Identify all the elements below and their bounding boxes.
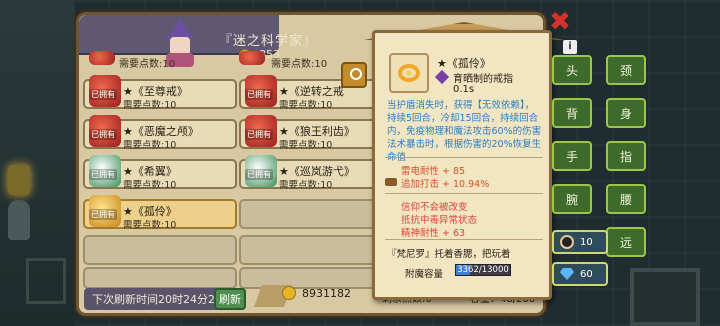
shop-title: 『迷之科学家』 [219,34,318,49]
equip-slot-finger[interactable]: 指 [606,141,646,171]
lamp-decor [8,165,30,195]
owned-tag: 已拥有 [245,169,273,180]
gem-resource[interactable]: 60 [552,262,608,286]
stat-line: 雷电耐性 + 85 [401,166,466,177]
item-cost: 需要点数:10 [119,59,176,70]
item-cost: 需要点数:10 [279,140,333,151]
shop-item-slot[interactable]: 已拥有 ★《狼王利齿》 需要点数:10 [239,115,393,151]
empty-slot[interactable] [83,235,237,265]
owned-tag: 已拥有 [89,169,117,180]
enchant-capacity-bar: 3362/13000 [455,264,511,276]
equip-slot-wrist[interactable]: 腕 [552,184,592,214]
divider [385,193,543,194]
owned-tag: 已拥有 [89,209,117,220]
info-icon[interactable]: i [563,40,577,54]
character-icon [560,235,574,249]
item-cost: 需要点数:10 [123,100,177,111]
detail-flavor-text: 『梵尼罗』托着香腮，把玩着 [387,249,511,260]
character-resource[interactable]: 10 [552,230,608,254]
detail-description: 当护盾消失时，获得【无效依赖】，持续5回合，冷却15回合，持续回合内，免疫物理和… [387,100,542,163]
enchant-capacity-label: 附魔容量 [405,269,444,280]
item-cost: 需要点数:10 [279,100,333,111]
enchant-capacity-text: 3362/13000 [457,265,509,275]
stat-line: 追加打击 + 10.94% [401,179,490,190]
item-cost: 需要点数:10 [123,180,177,191]
item-icon [239,51,265,65]
item-cost: 需要点数:10 [123,140,177,151]
hammer-icon [385,178,397,186]
gem-count: 60 [580,268,593,280]
detail-item-name: ★《孤伶》 [437,57,491,70]
shop-item-slot[interactable]: 已拥有 ★《恶魔之颅》 需要点数:10 [83,115,237,151]
divider [385,157,543,158]
equip-slot-ranged[interactable]: 远 [606,227,646,257]
equip-slot-hand[interactable]: 手 [552,141,592,171]
stat-line: 信仰不会被改变 [401,202,468,213]
character-count: 10 [580,236,593,248]
shop-item-slot[interactable]: 已拥有 ★《巡岚游弋》 需要点数:10 [239,155,393,191]
shop-item-slot[interactable]: 已拥有 ★《逆转之戒 需要点数:10 [239,75,393,111]
chair-decor [26,258,66,304]
equip-slot-body[interactable]: 身 [606,98,646,128]
equip-slot-neck[interactable]: 颈 [606,55,646,85]
door-decor [630,268,700,326]
stat-line: 抵抗中毒异常状态 [401,215,478,226]
empty-slot[interactable] [239,199,393,229]
owned-tag: 已拥有 [245,89,273,100]
detail-cast-time: 0.1s [453,84,475,95]
money-value: 8931182 [302,286,351,300]
item-cost: 需要点数:10 [271,59,328,70]
shop-item-slot-selected[interactable]: 已拥有 ★《孤伶》 需要点数:10 [83,195,237,231]
money-display: 8931182 [282,286,351,300]
equip-slot-waist[interactable]: 腰 [606,184,646,214]
equip-slot-back[interactable]: 背 [552,98,592,128]
divider [385,239,543,240]
detail-item-type: 育晒制的戒指 [453,74,513,85]
vase-decor [8,200,30,240]
ring-icon [389,53,429,93]
room-decor-left [0,0,75,326]
stat-line: 精神耐性 + 63 [401,228,466,239]
shop-item-slot[interactable]: 已拥有 ★《希翼》 需要点数:10 [83,155,237,191]
owned-tag: 已拥有 [245,129,273,140]
shop-item-slot[interactable]: 已拥有 ★《至尊戒》 需要点数:10 [83,75,237,111]
empty-slot[interactable] [83,267,237,289]
gem-type-icon [434,69,450,85]
equip-slot-head[interactable]: 头 [552,55,592,85]
owned-tag: 已拥有 [89,89,117,100]
close-icon[interactable]: ✖ [548,9,572,35]
empty-slot[interactable] [239,235,393,265]
item-cost: 需要点数:10 [123,220,177,231]
coin-icon [282,286,296,300]
item-cost: 需要点数:10 [279,180,333,191]
diamond-icon [560,268,574,280]
lock-tab-icon[interactable] [341,62,367,88]
item-icon [89,51,115,65]
owned-tag: 已拥有 [89,129,117,140]
refresh-button[interactable]: 刷新 [214,288,246,310]
item-detail-panel: ★《孤伶》 育晒制的戒指 0.1s 当护盾消失时，获得【无效依赖】，持续5回合，… [372,30,552,300]
